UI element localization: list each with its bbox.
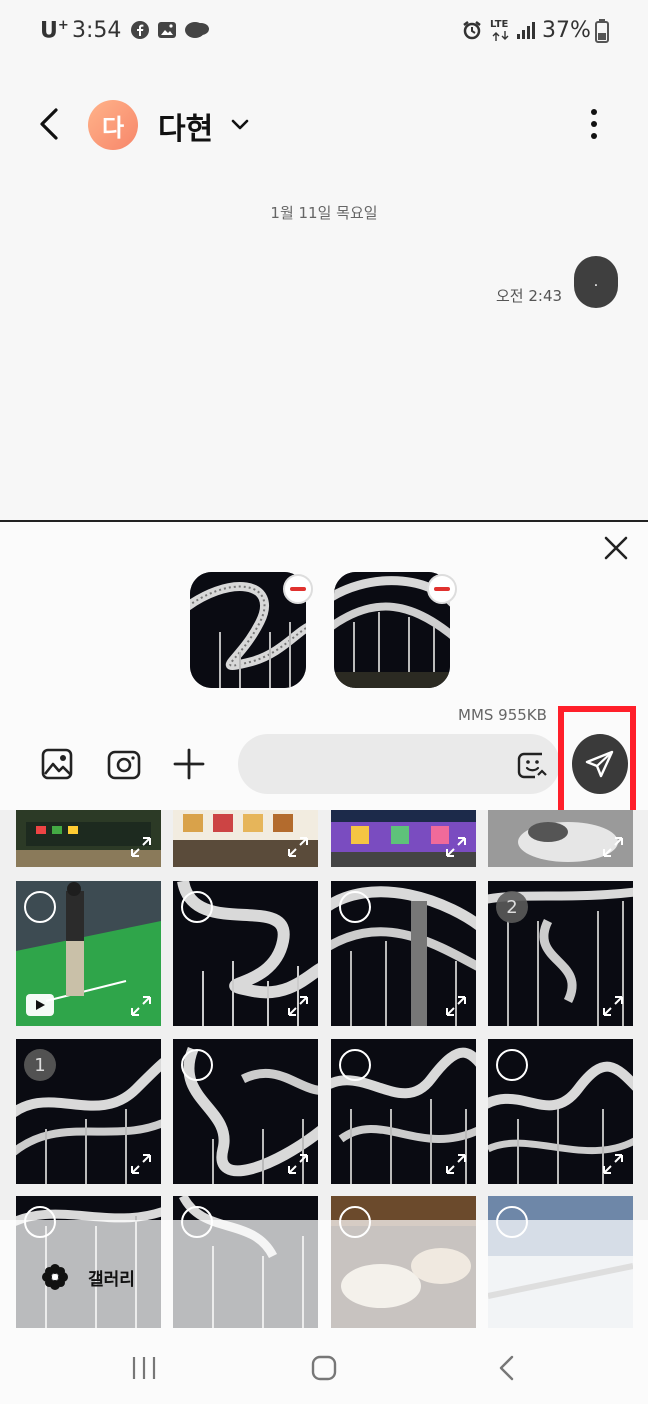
gallery-photo[interactable]: 2: [488, 881, 633, 1026]
expand-icon[interactable]: [286, 835, 310, 859]
photo-status-icon: [158, 22, 176, 38]
gallery-photo[interactable]: [331, 881, 476, 1026]
facebook-icon: [131, 21, 149, 39]
emoji-icon[interactable]: [516, 748, 548, 780]
signal-icon: [517, 22, 535, 39]
alarm-icon: [463, 21, 481, 40]
gallery-photo[interactable]: [173, 1039, 318, 1184]
expand-icon[interactable]: [129, 994, 153, 1018]
select-circle[interactable]: [339, 891, 371, 923]
gallery-grid: 2 1: [0, 810, 648, 1328]
image-icon[interactable]: [40, 746, 76, 782]
gallery-photo[interactable]: 1: [16, 1039, 161, 1184]
chat-bubbles-icon: [185, 22, 209, 38]
expand-icon[interactable]: [601, 1152, 625, 1176]
select-circle[interactable]: [181, 1049, 213, 1081]
battery-percent: 37%: [542, 18, 591, 43]
message-timestamp: 오전 2:43: [496, 287, 563, 305]
back-icon[interactable]: [36, 106, 64, 142]
play-icon: [36, 1000, 45, 1010]
message-input[interactable]: [238, 734, 560, 794]
expand-icon[interactable]: [601, 835, 625, 859]
selection-number-badge[interactable]: 2: [496, 891, 528, 923]
highlight-box: [558, 706, 636, 822]
gallery-photo[interactable]: [173, 810, 318, 867]
expand-icon[interactable]: [286, 994, 310, 1018]
flower-icon: [42, 1264, 68, 1290]
expand-icon[interactable]: [444, 835, 468, 859]
avatar[interactable]: 다: [88, 100, 138, 150]
gallery-photo[interactable]: [331, 810, 476, 867]
select-circle[interactable]: [496, 1049, 528, 1081]
gallery-photo[interactable]: [16, 810, 161, 867]
gallery-photo[interactable]: [331, 1039, 476, 1184]
selection-number-badge[interactable]: 1: [24, 1049, 56, 1081]
select-circle[interactable]: [339, 1049, 371, 1081]
gallery-photo[interactable]: [488, 1039, 633, 1184]
network-type: LTE: [490, 19, 509, 30]
select-circle[interactable]: [181, 891, 213, 923]
status-bar: U+ 3:54 LTE 37%: [0, 0, 648, 64]
nav-back-icon[interactable]: [494, 1354, 522, 1382]
gallery-photo[interactable]: [173, 881, 318, 1026]
expand-icon[interactable]: [601, 994, 625, 1018]
remove-attachment-button[interactable]: [427, 574, 457, 604]
carrier-label: U+: [40, 18, 69, 44]
expand-icon[interactable]: [444, 994, 468, 1018]
data-arrows-icon: [492, 31, 509, 41]
battery-icon: [595, 19, 609, 43]
home-icon[interactable]: [310, 1354, 338, 1382]
expand-icon[interactable]: [129, 1152, 153, 1176]
clock: 3:54: [72, 18, 122, 43]
expand-icon[interactable]: [286, 1152, 310, 1176]
mms-size-label: MMS 955KB: [458, 706, 547, 724]
play-badge: [26, 994, 54, 1016]
camera-icon[interactable]: [106, 746, 142, 782]
plus-icon[interactable]: [171, 746, 207, 782]
recents-icon[interactable]: [130, 1354, 158, 1382]
gallery-photo[interactable]: [488, 810, 633, 867]
gallery-video[interactable]: [16, 881, 161, 1026]
close-icon[interactable]: [602, 534, 630, 562]
remove-attachment-button[interactable]: [283, 574, 313, 604]
more-vert-icon[interactable]: [584, 108, 604, 140]
contact-name[interactable]: 다현: [158, 104, 213, 148]
expand-icon[interactable]: [129, 835, 153, 859]
gallery-app-button[interactable]: 갤러리: [40, 1262, 135, 1292]
date-separator: 1월 11일 목요일: [270, 204, 378, 222]
chevron-down-icon[interactable]: [230, 114, 250, 134]
gallery-label: 갤러리: [88, 1269, 135, 1290]
select-circle[interactable]: [24, 891, 56, 923]
message-bubble[interactable]: .: [574, 256, 618, 308]
expand-icon[interactable]: [444, 1152, 468, 1176]
